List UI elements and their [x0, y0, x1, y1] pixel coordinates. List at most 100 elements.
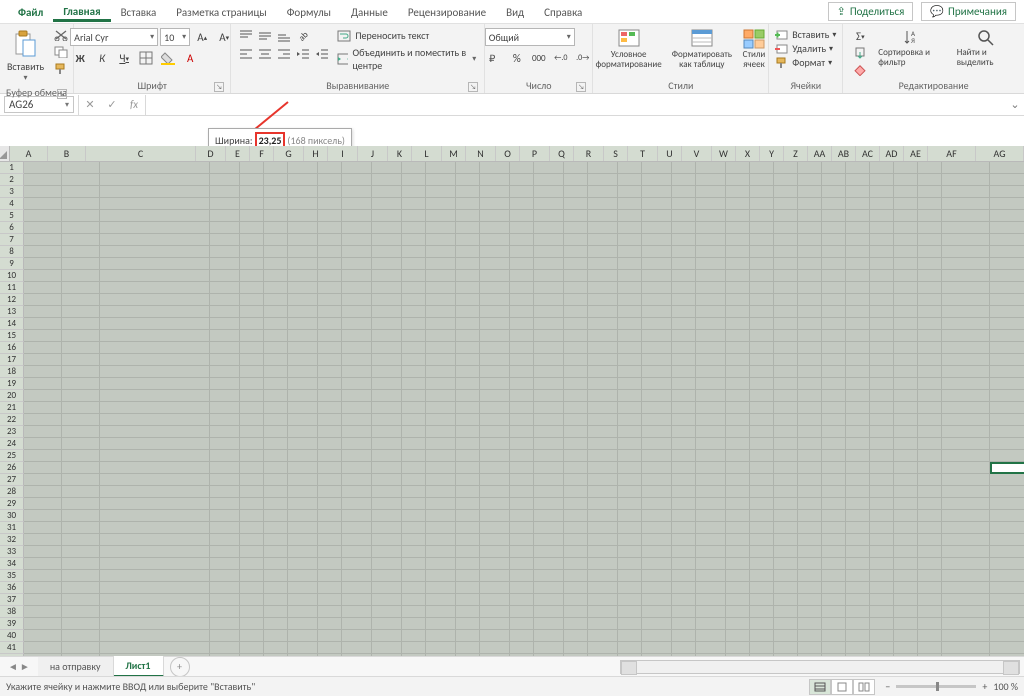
row-header-8[interactable]: 8: [0, 246, 24, 258]
column-header-F[interactable]: F: [250, 146, 274, 161]
column-header-U[interactable]: U: [658, 146, 682, 161]
increase-indent-button[interactable]: [313, 46, 331, 62]
increase-decimal-button[interactable]: ←.0: [551, 49, 571, 67]
column-header-C[interactable]: C: [86, 146, 196, 161]
cells-insert-button[interactable]: Вставить▾: [773, 28, 838, 41]
column-header-S[interactable]: S: [604, 146, 628, 161]
font-dialog-launcher[interactable]: ↘: [214, 82, 224, 92]
row-header-5[interactable]: 5: [0, 210, 24, 222]
font-color-button[interactable]: A: [180, 49, 200, 67]
copy-button[interactable]: [52, 45, 70, 59]
column-header-L[interactable]: L: [412, 146, 442, 161]
formula-cancel-button[interactable]: ✕: [79, 95, 101, 115]
find-select-button[interactable]: Найти и выделить: [954, 28, 1018, 68]
tab-review[interactable]: Рецензирование: [398, 2, 496, 22]
font-size-combo[interactable]: 10▾: [160, 28, 190, 46]
row-header-39[interactable]: 39: [0, 618, 24, 630]
horizontal-scrollbar[interactable]: [620, 660, 1020, 674]
row-header-35[interactable]: 35: [0, 570, 24, 582]
align-top-button[interactable]: [237, 28, 255, 44]
row-header-6[interactable]: 6: [0, 222, 24, 234]
tab-help[interactable]: Справка: [534, 2, 592, 22]
decrease-indent-button[interactable]: [294, 46, 312, 62]
row-header-40[interactable]: 40: [0, 630, 24, 642]
row-header-28[interactable]: 28: [0, 486, 24, 498]
number-format-combo[interactable]: Общий▾: [485, 28, 575, 46]
sheet-nav-prev[interactable]: ◄: [8, 660, 18, 673]
row-header-7[interactable]: 7: [0, 234, 24, 246]
row-header-3[interactable]: 3: [0, 186, 24, 198]
column-header-W[interactable]: W: [712, 146, 736, 161]
row-header-22[interactable]: 22: [0, 414, 24, 426]
row-header-36[interactable]: 36: [0, 582, 24, 594]
add-sheet-button[interactable]: +: [170, 657, 190, 677]
insert-function-button[interactable]: fx: [123, 95, 145, 115]
row-header-41[interactable]: 41: [0, 642, 24, 654]
formula-enter-button[interactable]: ✓: [101, 95, 123, 115]
column-header-Q[interactable]: Q: [550, 146, 574, 161]
conditional-formatting-button[interactable]: Условное форматирование: [593, 28, 665, 70]
row-header-13[interactable]: 13: [0, 306, 24, 318]
column-header-D[interactable]: D: [196, 146, 226, 161]
view-page-break-button[interactable]: [853, 679, 875, 695]
cell-styles-button[interactable]: Стили ячеек: [739, 28, 769, 70]
zoom-slider-track[interactable]: [896, 685, 976, 688]
row-header-16[interactable]: 16: [0, 342, 24, 354]
column-header-P[interactable]: P: [520, 146, 550, 161]
increase-font-button[interactable]: A▴: [192, 28, 212, 46]
column-header-N[interactable]: N: [466, 146, 496, 161]
column-header-AE[interactable]: AE: [904, 146, 928, 161]
row-header-21[interactable]: 21: [0, 402, 24, 414]
column-header-I[interactable]: I: [328, 146, 358, 161]
column-header-Y[interactable]: Y: [760, 146, 784, 161]
wrap-text-button[interactable]: Переносить текст: [335, 28, 478, 43]
row-header-38[interactable]: 38: [0, 606, 24, 618]
row-header-9[interactable]: 9: [0, 258, 24, 270]
align-right-button[interactable]: [275, 46, 293, 62]
sheet-nav-next[interactable]: ►: [20, 660, 30, 673]
column-header-M[interactable]: M: [442, 146, 466, 161]
currency-button[interactable]: ₽: [485, 49, 505, 67]
tab-formulas[interactable]: Формулы: [277, 2, 341, 22]
column-header-K[interactable]: K: [388, 146, 412, 161]
underline-button[interactable]: Ч▾: [114, 49, 134, 67]
number-dialog-launcher[interactable]: ↘: [576, 82, 586, 92]
row-header-4[interactable]: 4: [0, 198, 24, 210]
cells-grid[interactable]: [24, 162, 1024, 656]
row-header-1[interactable]: 1: [0, 162, 24, 174]
orientation-button[interactable]: ab: [294, 28, 312, 44]
column-header-T[interactable]: T: [628, 146, 658, 161]
column-header-A[interactable]: A: [10, 146, 48, 161]
comments-button[interactable]: 💬 Примечания: [921, 2, 1016, 21]
clipboard-dialog-launcher[interactable]: ↘: [57, 89, 67, 99]
row-header-11[interactable]: 11: [0, 282, 24, 294]
row-header-31[interactable]: 31: [0, 522, 24, 534]
percent-button[interactable]: %: [507, 49, 527, 67]
align-center-button[interactable]: [256, 46, 274, 62]
column-header-AF[interactable]: AF: [928, 146, 976, 161]
row-header-26[interactable]: 26: [0, 462, 24, 474]
clear-button[interactable]: [849, 62, 871, 78]
view-page-layout-button[interactable]: [831, 679, 853, 695]
sheet-tab-2[interactable]: Лист1: [114, 656, 164, 677]
column-header-AA[interactable]: AA: [808, 146, 832, 161]
row-header-19[interactable]: 19: [0, 378, 24, 390]
column-header-AC[interactable]: AC: [856, 146, 880, 161]
column-header-AD[interactable]: AD: [880, 146, 904, 161]
row-header-32[interactable]: 32: [0, 534, 24, 546]
column-header-R[interactable]: R: [574, 146, 604, 161]
bold-button[interactable]: Ж: [70, 49, 90, 67]
share-button[interactable]: ⇪ Поделиться: [828, 2, 914, 21]
column-header-O[interactable]: O: [496, 146, 520, 161]
row-header-18[interactable]: 18: [0, 366, 24, 378]
column-header-AB[interactable]: AB: [832, 146, 856, 161]
autosum-button[interactable]: Σ▾: [849, 28, 871, 44]
fill-color-button[interactable]: [158, 49, 178, 67]
view-normal-button[interactable]: [809, 679, 831, 695]
row-header-2[interactable]: 2: [0, 174, 24, 186]
row-header-20[interactable]: 20: [0, 390, 24, 402]
paste-button[interactable]: Вставить ▾: [3, 28, 48, 85]
column-header-AG[interactable]: AG: [976, 146, 1024, 161]
cells-delete-button[interactable]: Удалить▾: [773, 42, 838, 55]
row-header-23[interactable]: 23: [0, 426, 24, 438]
